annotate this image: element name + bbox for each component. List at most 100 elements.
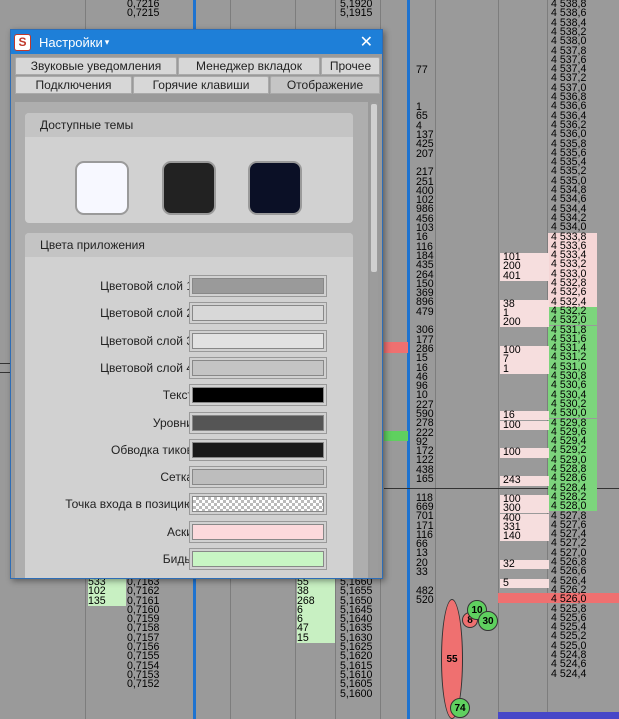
color-swatch-fill: [192, 414, 324, 431]
tab-hotkeys[interactable]: Горячие клавиши: [133, 76, 269, 94]
trade-bubble: 30: [478, 611, 498, 631]
color-swatch-button[interactable]: [189, 356, 327, 379]
color-swatch-fill: [192, 469, 324, 486]
trade-bubble: 74: [450, 698, 470, 718]
dialog-titlebar[interactable]: S Настройки ▾ ✕: [11, 30, 382, 54]
color-swatch-button[interactable]: [189, 548, 327, 570]
cell-value: 207: [416, 147, 434, 160]
price-column-b-bottom: 5,1660 5,1655 5,1650 5,1645 5,1640 5,1635 5,16…: [340, 577, 373, 700]
cell-value: 5,1915: [340, 7, 373, 20]
color-row: Уровни: [25, 411, 353, 434]
cell-value: 5,1600: [340, 687, 373, 700]
dialog-title[interactable]: Настройки: [39, 35, 103, 50]
color-label: Цветовой слой 2: [100, 306, 193, 321]
color-row: Биды: [25, 548, 353, 570]
color-swatch-button[interactable]: [189, 520, 327, 543]
scrollbar-thumb[interactable]: [371, 104, 377, 272]
price-column-a-bottom: 0,7163 0,7162 0,7161 0,7160 0,7159 0,7158 0,71…: [127, 577, 160, 691]
price-column-b-top: 5,1920 5,1915: [340, 0, 372, 19]
color-row: Цветовой слой 2: [25, 302, 353, 325]
color-label: Цветовой слой 3: [100, 333, 193, 348]
theme-dark-swatch[interactable]: [162, 161, 216, 215]
color-label: Обводка тиков: [110, 442, 193, 457]
volume-column-c: 77 1 65 4 137 425 207 217 251 400 102 986 456 103 16 11…: [416, 64, 434, 606]
position-highlight: [498, 712, 619, 719]
column-divider: [498, 0, 499, 719]
cell-value: 165: [416, 473, 434, 486]
color-swatch-fill: [192, 278, 324, 294]
tab-other[interactable]: Прочее: [321, 57, 380, 75]
color-swatch-button[interactable]: [189, 466, 327, 489]
color-row: Сетка: [25, 466, 353, 489]
ask-volume: 200: [500, 317, 549, 328]
color-row: Цветовой слой 3: [25, 329, 353, 352]
app-logo-icon: S: [14, 33, 31, 51]
color-row: Текст: [25, 384, 353, 407]
ask-highlight: [384, 342, 408, 353]
color-swatch-fill: [192, 387, 324, 404]
column-divider: [407, 0, 410, 719]
color-swatch-button[interactable]: [189, 302, 327, 325]
ask-volume: 5: [500, 577, 549, 588]
level-line: [0, 363, 10, 364]
cell-value: 0,7152: [127, 678, 160, 691]
ladder-price[interactable]: 4 524,4: [548, 668, 597, 679]
ask-volume: 401: [500, 270, 549, 281]
color-swatch-fill: [192, 441, 324, 458]
cell-value: 77: [416, 64, 428, 76]
app-colors-group: Цвета приложения Цветовой слой 1 Цветовой…: [25, 233, 353, 578]
tab-sound-notifications[interactable]: Звуковые уведомления: [15, 57, 177, 75]
color-swatch-fill: [192, 359, 324, 376]
close-icon[interactable]: ✕: [360, 32, 373, 52]
app-colors-header: Цвета приложения: [25, 233, 353, 257]
color-swatch-button[interactable]: [189, 329, 327, 352]
color-label: Точка входа в позицию: [65, 497, 193, 512]
cell-value: 0,7215: [127, 7, 160, 20]
cell-value: 135: [88, 594, 106, 607]
color-row: Цветовой слой 4: [25, 356, 353, 379]
color-label: Цветовой слой 1: [100, 279, 193, 293]
cell-value: [416, 75, 434, 84]
color-swatch-button[interactable]: [189, 438, 327, 461]
tab-connections[interactable]: Подключения: [15, 76, 132, 94]
ask-volume: 140: [500, 531, 549, 542]
settings-scrollbar[interactable]: [370, 102, 378, 578]
ask-volume: 100: [500, 447, 549, 458]
chevron-down-icon[interactable]: ▾: [105, 37, 110, 48]
ask-volume: 1: [500, 363, 549, 374]
color-row: Точка входа в позицию: [25, 493, 353, 516]
color-row: Цветовой слой 1: [25, 275, 353, 297]
color-label: Цветовой слой 4: [100, 360, 193, 375]
color-row: Обводка тиков: [25, 438, 353, 461]
color-swatch-button[interactable]: [189, 493, 327, 516]
color-swatch-fill: [192, 332, 324, 349]
color-row: Аски: [25, 520, 353, 543]
color-swatch-button[interactable]: [189, 411, 327, 434]
theme-light-swatch[interactable]: [75, 161, 129, 215]
price-column-a-top: 0,7216 0,7215: [127, 0, 159, 19]
color-swatch-button[interactable]: [189, 384, 327, 407]
cell-value: 15: [297, 631, 309, 644]
themes-group: Доступные темы: [25, 113, 353, 223]
bid-highlight: [384, 431, 408, 441]
tab-tab-manager[interactable]: Менеджер вкладок: [178, 57, 320, 75]
theme-navy-swatch[interactable]: [248, 161, 302, 215]
volume-column-b: 55 38 268 6 6 47 15: [297, 577, 335, 644]
cell-value: 479: [416, 305, 434, 318]
volume-column-a: 533 102 135: [88, 577, 126, 607]
settings-dialog: S Настройки ▾ ✕ Звуковые уведомления Мен…: [10, 29, 383, 579]
themes-header: Доступные темы: [25, 113, 353, 137]
ask-volume: 32: [500, 559, 549, 569]
level-line: [0, 372, 10, 373]
display-settings-panel: Доступные темы Цвета приложения Цветовой…: [15, 102, 368, 578]
color-label: Уровни: [152, 415, 193, 430]
tab-display[interactable]: Отображение: [270, 76, 380, 94]
cell-value: [416, 85, 434, 94]
column-divider: [435, 0, 436, 719]
color-swatch-fill: [192, 305, 324, 322]
color-swatch-fill: [192, 496, 324, 513]
color-swatch-button[interactable]: [189, 275, 327, 297]
cell-value: 33: [416, 566, 428, 579]
color-swatch-fill: [192, 551, 324, 567]
ask-volume: 100: [500, 419, 549, 430]
